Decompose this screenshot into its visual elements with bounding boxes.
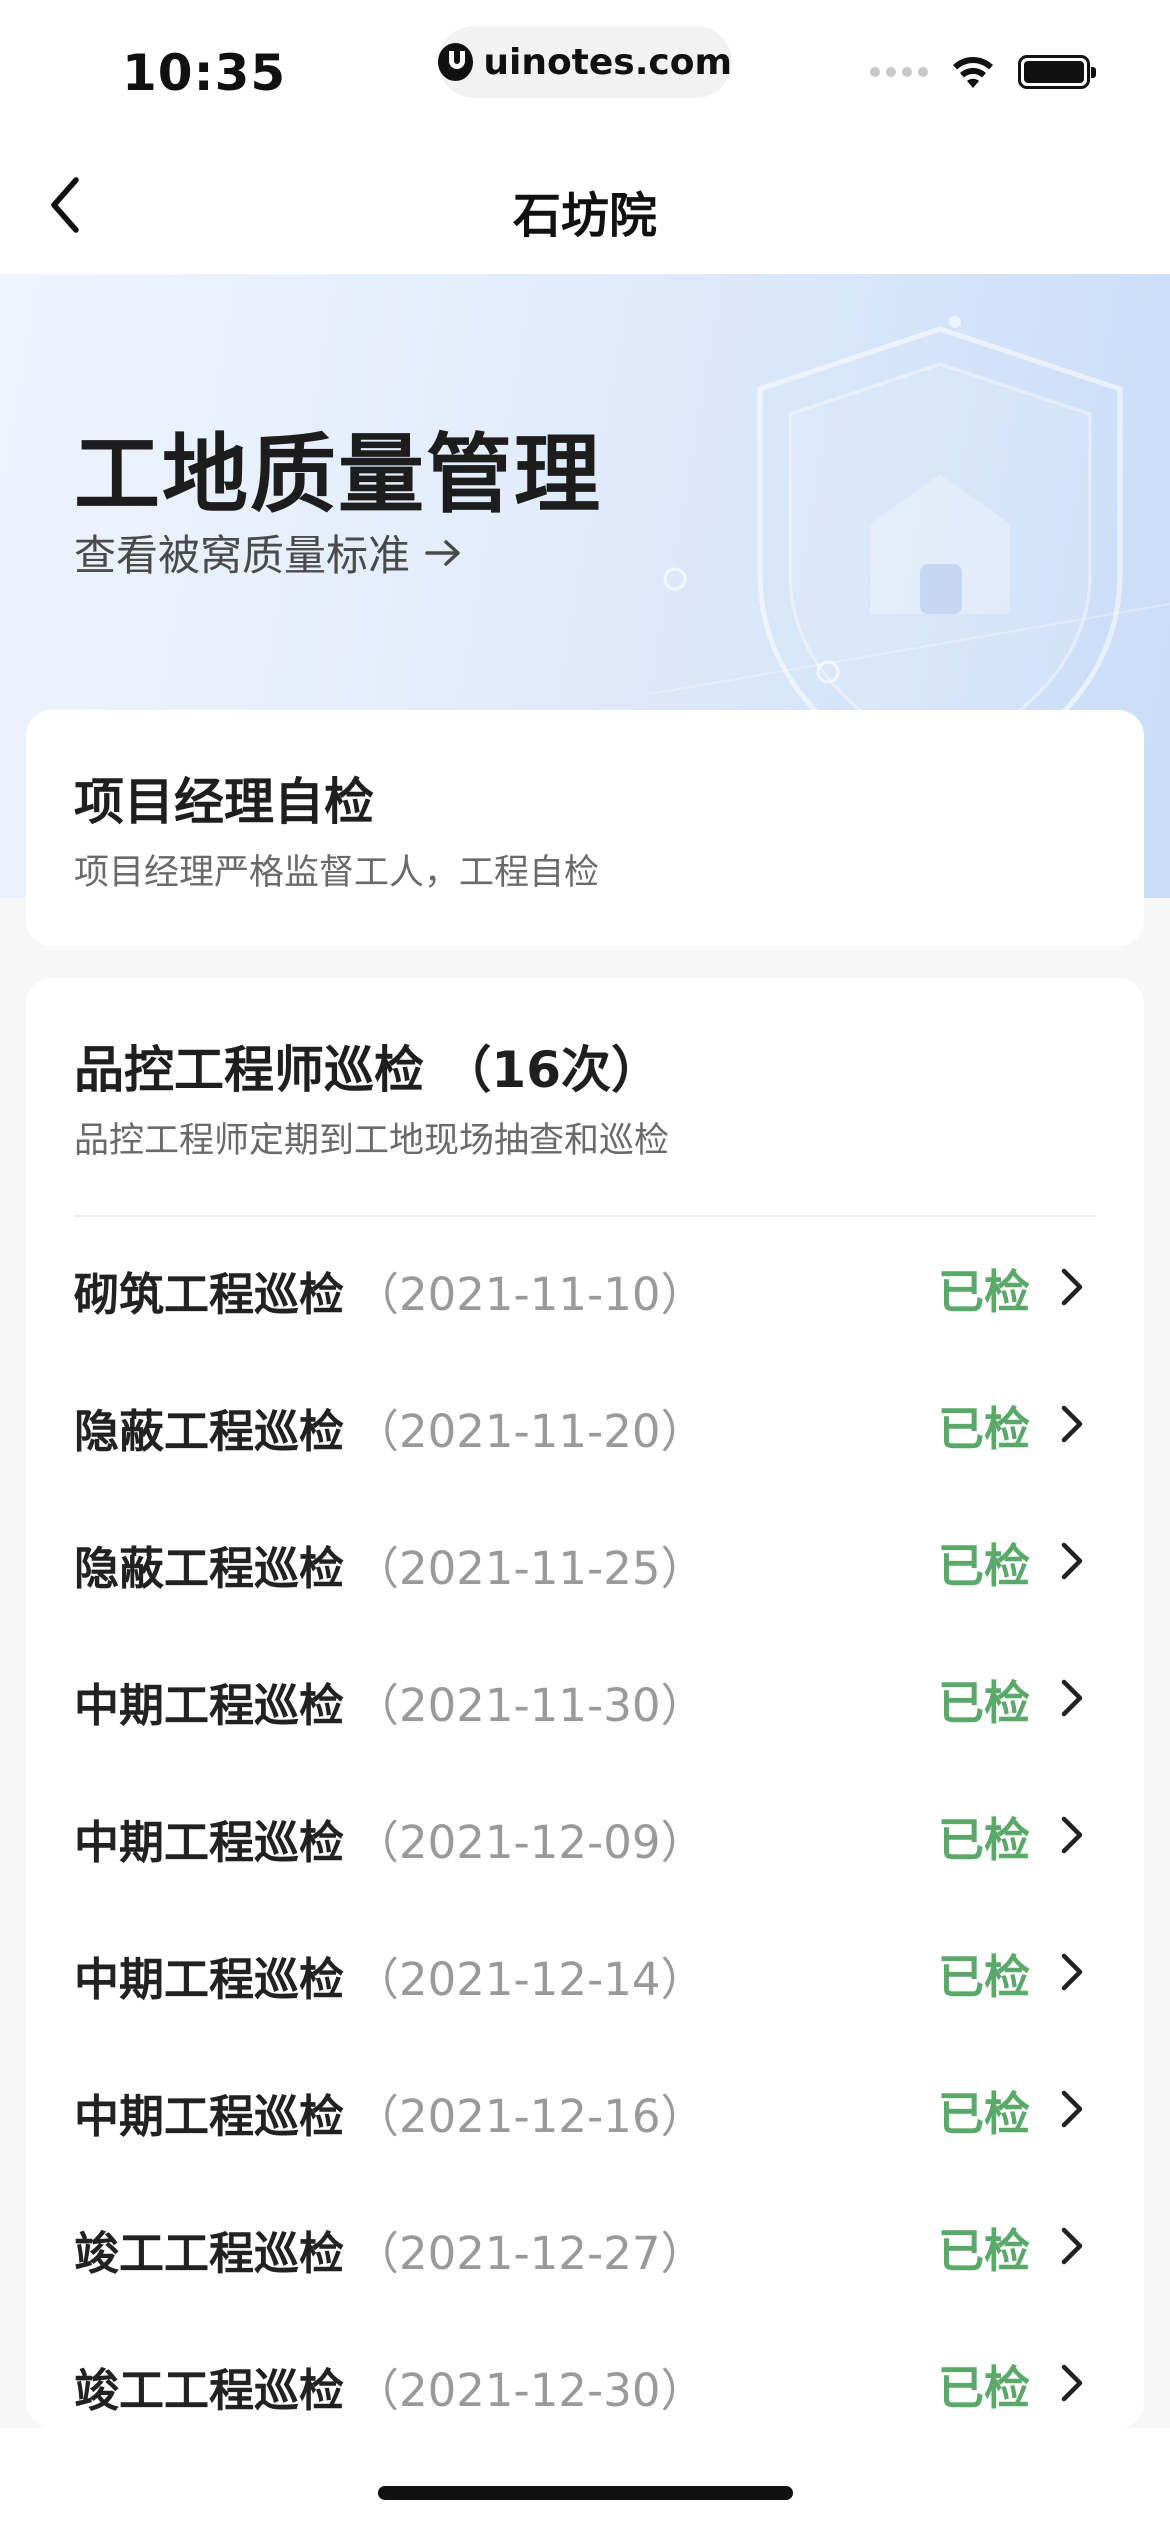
inspection-name: 隐蔽工程巡检 <box>74 1405 345 1458</box>
inspection-status: 已检 <box>938 1813 1030 1867</box>
inspection-date: （2021-11-10） <box>354 1268 706 1321</box>
chevron-right-icon <box>1061 1268 1083 1306</box>
inspection-status: 已检 <box>938 1402 1030 1456</box>
inspection-name: 中期工程巡检 <box>74 1816 345 1869</box>
inspection-row[interactable]: 砌筑工程巡检 （2021-11-10） 已检 <box>26 1216 1144 1353</box>
inspection-date: （2021-12-14） <box>354 1953 706 2006</box>
inspection-status: 已检 <box>938 2224 1030 2278</box>
inspection-status: 已检 <box>938 1539 1030 1593</box>
chevron-right-icon <box>1061 1679 1083 1717</box>
inspection-status: 已检 <box>938 1676 1030 1730</box>
inspection-title: 品控工程师巡检 （16次） <box>74 1041 661 1099</box>
quality-standard-link-label: 查看被窝质量标准 <box>74 531 411 580</box>
chevron-right-icon <box>1061 1542 1083 1580</box>
inspection-row[interactable]: 隐蔽工程巡检 （2021-11-20） 已检 <box>26 1353 1144 1490</box>
url-text: uinotes.com <box>483 41 732 83</box>
inspection-date: （2021-11-20） <box>354 1405 706 1458</box>
inspection-name: 隐蔽工程巡检 <box>74 1542 345 1595</box>
inspection-date: （2021-12-30） <box>354 2364 706 2417</box>
status-icons <box>870 54 1096 90</box>
inspection-name: 中期工程巡检 <box>74 1679 345 1732</box>
chevron-right-icon <box>1061 2090 1083 2128</box>
quality-standard-link[interactable]: 查看被窝质量标准 <box>74 522 462 583</box>
inspection-list: 砌筑工程巡检 （2021-11-10） 已检 隐蔽工程巡检 （2021-11-20）… <box>26 1216 1144 2428</box>
hero-title: 工地质量管理 <box>74 425 602 525</box>
inspection-name: 中期工程巡检 <box>74 1953 345 2006</box>
self-check-title: 项目经理自检 <box>74 773 374 831</box>
chevron-right-icon <box>1061 2364 1083 2402</box>
inspection-row[interactable]: 中期工程巡检 （2021-12-14） 已检 <box>26 1901 1144 2038</box>
inspection-status: 已检 <box>938 1265 1030 1319</box>
self-check-subtitle: 项目经理严格监督工人，工程自检 <box>74 853 600 893</box>
self-check-card[interactable]: 项目经理自检 项目经理严格监督工人，工程自检 <box>26 710 1144 946</box>
site-logo-icon <box>438 43 474 81</box>
inspection-date: （2021-12-09） <box>354 1816 706 1869</box>
wifi-icon <box>953 57 993 88</box>
url-pill[interactable]: uinotes.com <box>438 26 732 98</box>
inspection-row[interactable]: 隐蔽工程巡检 （2021-11-25） 已检 <box>26 1490 1144 1627</box>
status-bar: 10:35 uinotes.com <box>0 0 1170 140</box>
inspection-status: 已检 <box>938 1950 1030 2004</box>
inspection-name: 竣工工程巡检 <box>74 2364 345 2417</box>
inspection-date: （2021-11-30） <box>354 1679 706 1732</box>
battery-icon <box>1018 55 1096 89</box>
chevron-right-icon <box>1061 1953 1083 1991</box>
inspection-date: （2021-12-16） <box>354 2090 706 2143</box>
inspection-row[interactable]: 中期工程巡检 （2021-12-09） 已检 <box>26 1764 1144 1901</box>
inspection-row[interactable]: 中期工程巡检 （2021-12-16） 已检 <box>26 2038 1144 2175</box>
inspection-name: 竣工工程巡检 <box>74 2227 345 2280</box>
inspection-row[interactable]: 竣工工程巡检 （2021-12-27） 已检 <box>26 2175 1144 2312</box>
inspection-name: 中期工程巡检 <box>74 2090 345 2143</box>
chevron-right-icon <box>1061 1816 1083 1854</box>
home-indicator[interactable] <box>378 2486 793 2500</box>
signal-icon <box>870 67 928 77</box>
chevron-right-icon <box>1061 2227 1083 2265</box>
bottom-bar <box>0 2428 1170 2532</box>
inspection-subtitle: 品控工程师定期到工地现场抽查和巡检 <box>74 1121 670 1161</box>
inspection-date: （2021-12-27） <box>354 2227 706 2280</box>
inspection-card: 品控工程师巡检 （16次） 品控工程师定期到工地现场抽查和巡检 砌筑工程巡检 （2… <box>26 978 1144 2428</box>
inspection-name: 砌筑工程巡检 <box>74 1268 345 1321</box>
inspection-row[interactable]: 中期工程巡检 （2021-11-30） 已检 <box>26 1627 1144 1764</box>
inspection-status: 已检 <box>938 2361 1030 2415</box>
page-title: 石坊院 <box>512 188 657 244</box>
inspection-row[interactable]: 竣工工程巡检 （2021-12-30） 已检 <box>26 2312 1144 2428</box>
status-time: 10:35 <box>122 44 287 102</box>
inspection-date: （2021-11-25） <box>354 1542 706 1595</box>
arrow-right-icon <box>425 539 460 566</box>
inspection-status: 已检 <box>938 2087 1030 2141</box>
nav-bar: 石坊院 <box>0 140 1170 274</box>
chevron-right-icon <box>1061 1405 1083 1443</box>
